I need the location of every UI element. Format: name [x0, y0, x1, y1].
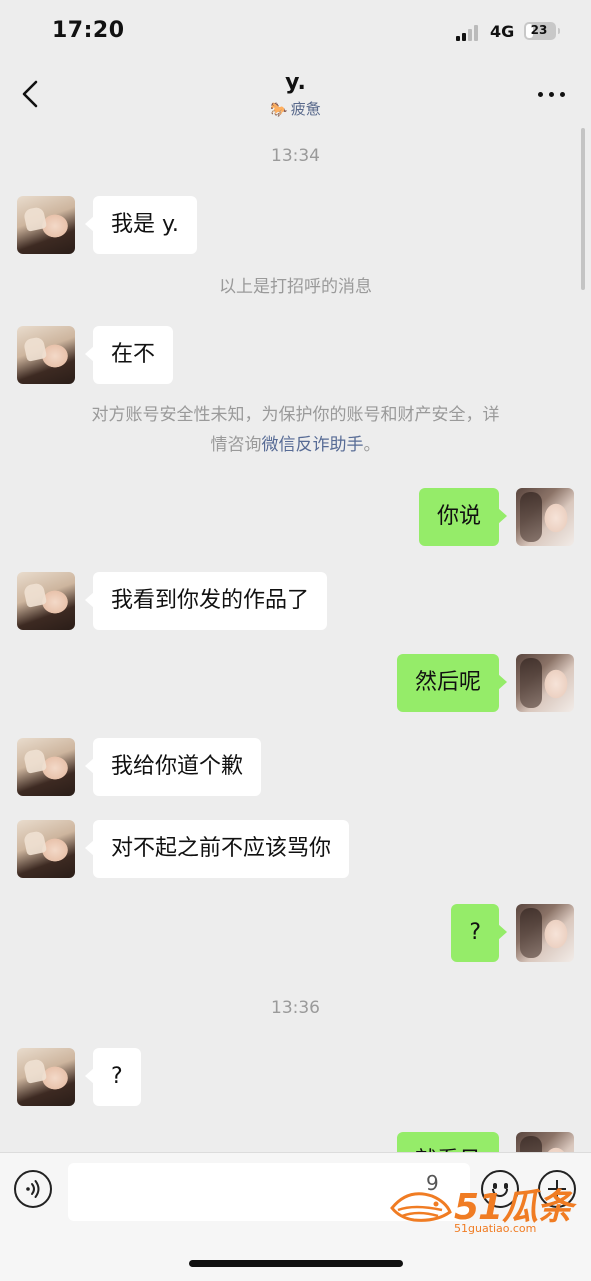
security-notice-line: 对方账号安全性未知，为保护你的账号和财产安全，详	[91, 405, 500, 425]
voice-button[interactable]	[14, 1170, 52, 1208]
message-bubble[interactable]: 你说	[418, 488, 508, 546]
avatar[interactable]	[516, 1132, 574, 1152]
message-bubble[interactable]: 对不起之前不应该骂你	[84, 820, 350, 878]
more-options-button[interactable]	[532, 82, 572, 106]
avatar[interactable]	[516, 904, 574, 962]
site-watermark: 51瓜条 51guatiao.com	[388, 1176, 583, 1242]
signal-icon	[456, 25, 482, 41]
voice-icon	[26, 1180, 40, 1198]
chat-header: y. 🐎 疲惫	[0, 62, 591, 132]
avatar[interactable]	[17, 326, 75, 384]
timestamp: 13:36	[271, 998, 320, 1018]
message-bubble[interactable]: 然后呢	[396, 654, 508, 712]
battery-icon: 23	[524, 22, 560, 40]
message-bubble[interactable]: ?	[85, 1048, 141, 1106]
avatar[interactable]	[17, 1048, 75, 1106]
chat-title[interactable]: y.	[0, 70, 591, 95]
message-bubble[interactable]: 我给你道个歉	[84, 738, 262, 796]
status-bar: 17:20 4G 23	[0, 0, 591, 62]
message-bubble[interactable]: 我是 y.	[85, 196, 197, 254]
avatar[interactable]	[17, 572, 75, 630]
anti-fraud-assistant-link[interactable]: 微信反诈助手	[262, 435, 364, 455]
avatar[interactable]	[17, 738, 75, 796]
security-notice-prefix: 情咨询	[210, 435, 262, 455]
avatar[interactable]	[516, 488, 574, 546]
security-notice: 对方账号安全性未知，为保护你的账号和财产安全，详 情咨询微信反诈助手。	[0, 400, 591, 460]
home-indicator[interactable]	[189, 1260, 403, 1267]
watermark-logo-icon	[390, 1192, 452, 1222]
contact-status-text: 疲惫	[290, 100, 321, 118]
avatar[interactable]	[17, 820, 75, 878]
avatar[interactable]	[516, 654, 574, 712]
security-notice-line: 情咨询微信反诈助手。	[0, 430, 591, 460]
battery-level: 23	[530, 23, 548, 37]
timestamp: 13:34	[271, 146, 320, 166]
network-type: 4G	[490, 22, 515, 41]
message-bubble[interactable]: 我看到你发的作品了	[84, 572, 328, 630]
rocking-horse-icon: 🐎	[270, 102, 288, 118]
security-notice-suffix: 。	[363, 435, 381, 455]
message-bubble[interactable]: 在不	[84, 326, 174, 384]
contact-status: 🐎 疲惫	[0, 98, 591, 119]
status-time: 17:20	[52, 18, 125, 43]
avatar[interactable]	[17, 196, 75, 254]
watermark-url: 51guatiao.com	[454, 1222, 537, 1235]
message-bubble[interactable]: 就看见	[396, 1132, 499, 1152]
message-bubble[interactable]: ?	[451, 904, 507, 962]
greeting-notice: 以上是打招呼的消息	[219, 277, 372, 297]
more-dots-icon	[538, 92, 543, 97]
message-list: 13:34 我是 y. 以上是打招呼的消息 在不 对方账号安全性未知，为保护你的…	[0, 132, 591, 1152]
